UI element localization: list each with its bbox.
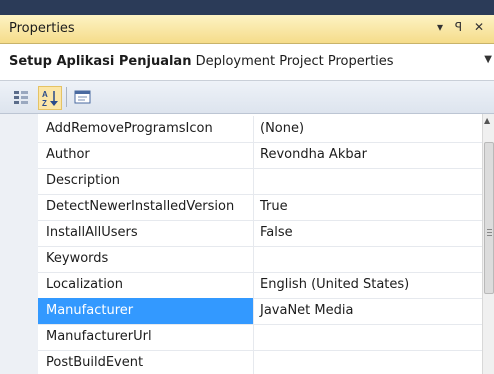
svg-text:Z: Z — [42, 99, 47, 107]
property-name: ManufacturerUrl — [46, 329, 152, 344]
property-name: Keywords — [46, 251, 109, 266]
close-icon[interactable]: ✕ — [474, 20, 488, 34]
categorized-icon — [14, 91, 28, 104]
window-title: Properties — [9, 21, 75, 36]
property-row[interactable]: DetectNewerInstalledVersion True — [38, 194, 483, 221]
title-bar[interactable]: Properties ▾ ꟼ ✕ — [0, 15, 494, 44]
object-selector[interactable]: Setup Aplikasi Penjualan Deployment Proj… — [0, 44, 494, 81]
alphabetical-button[interactable]: A Z — [38, 86, 62, 110]
grid-margin — [0, 114, 38, 374]
property-grid: AddRemoveProgramsIcon (None) Author Revo… — [0, 114, 494, 374]
property-row[interactable]: ManufacturerUrl — [38, 324, 483, 351]
object-name: Setup Aplikasi Penjualan — [9, 54, 192, 69]
property-value[interactable]: JavaNet Media — [260, 303, 353, 318]
property-name: DetectNewerInstalledVersion — [46, 199, 235, 214]
svg-text:A: A — [42, 90, 48, 99]
property-name: Author — [46, 147, 90, 162]
pin-icon[interactable]: ꟼ — [455, 20, 466, 34]
property-row[interactable]: AddRemoveProgramsIcon (None) — [38, 116, 483, 143]
property-row-selected[interactable]: Manufacturer JavaNet Media — [38, 298, 483, 325]
property-row[interactable]: Author Revondha Akbar — [38, 142, 483, 169]
window-controls: ▾ ꟼ ✕ — [437, 20, 488, 34]
property-value[interactable]: Revondha Akbar — [260, 147, 367, 162]
property-value[interactable]: True — [260, 199, 288, 214]
properties-toolbar: A Z — [0, 81, 494, 114]
property-value[interactable]: (None) — [260, 121, 304, 136]
categorized-button[interactable] — [10, 86, 32, 108]
property-value[interactable]: False — [260, 225, 293, 240]
property-pages-button[interactable] — [72, 86, 94, 108]
property-value[interactable]: English (United States) — [260, 277, 409, 292]
property-pages-icon — [74, 90, 91, 104]
property-name: AddRemoveProgramsIcon — [46, 121, 213, 136]
grip-icon — [487, 229, 492, 237]
alphabetical-icon: A Z — [42, 90, 58, 107]
property-row[interactable]: Keywords — [38, 246, 483, 273]
properties-window: Properties ▾ ꟼ ✕ Setup Aplikasi Penjuala… — [0, 0, 494, 374]
vertical-scrollbar[interactable]: ▲ — [482, 114, 494, 374]
property-row[interactable]: Description — [38, 168, 483, 195]
scroll-up-icon[interactable]: ▲ — [484, 116, 490, 125]
property-name: InstallAllUsers — [46, 225, 138, 240]
dropdown-icon[interactable]: ▾ — [437, 20, 447, 34]
property-row[interactable]: InstallAllUsers False — [38, 220, 483, 247]
property-row[interactable]: PostBuildEvent — [38, 350, 483, 374]
property-name: PostBuildEvent — [46, 355, 144, 370]
property-row[interactable]: Localization English (United States) — [38, 272, 483, 299]
chevron-down-icon[interactable]: ▼ — [484, 54, 492, 65]
object-type: Deployment Project Properties — [195, 54, 394, 69]
property-name: Localization — [46, 277, 123, 292]
toolbar-separator — [66, 87, 67, 107]
scroll-thumb[interactable] — [484, 142, 494, 294]
property-name: Manufacturer — [46, 303, 134, 318]
property-name: Description — [46, 173, 121, 188]
